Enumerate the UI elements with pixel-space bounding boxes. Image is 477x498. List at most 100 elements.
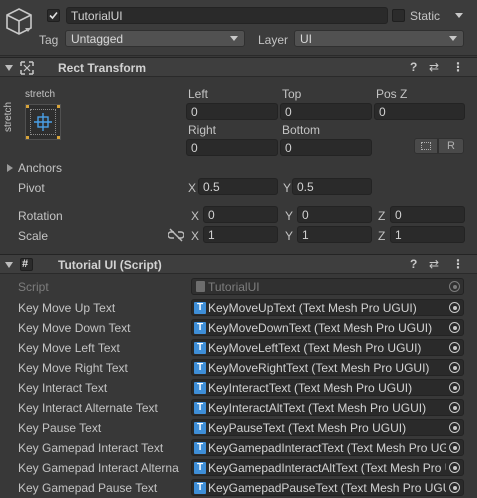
target-icon[interactable] xyxy=(446,420,463,435)
field-label: Key Interact Text xyxy=(18,381,108,395)
help-icon[interactable]: ? xyxy=(410,258,417,270)
posz-input[interactable]: 0 xyxy=(374,103,465,120)
rotation-label: Rotation xyxy=(18,209,63,223)
scale-x-label: X xyxy=(191,229,200,243)
icon-dropdown-arrow[interactable] xyxy=(25,28,31,32)
rect-transform-title: Rect Transform xyxy=(58,61,147,75)
stretch-side-label: stretch xyxy=(3,101,14,132)
field-label: Key Move Left Text xyxy=(18,341,120,355)
blueprint-icon xyxy=(421,142,431,150)
scale-z-input[interactable]: 1 xyxy=(390,226,465,243)
stretch-arrows-icon xyxy=(34,113,52,131)
constrain-proportions-icon[interactable] xyxy=(168,228,184,242)
target-icon[interactable] xyxy=(446,460,463,475)
left-input[interactable]: 0 xyxy=(186,103,278,120)
text-component-icon: T xyxy=(194,462,206,474)
target-icon[interactable] xyxy=(446,480,463,495)
pivot-y-label: Y xyxy=(283,181,292,195)
script-value: TutorialUI xyxy=(208,280,260,294)
text-component-icon: T xyxy=(194,382,206,394)
fold-arrow-icon[interactable] xyxy=(5,262,13,268)
tag-dropdown[interactable]: Untagged xyxy=(65,30,245,47)
target-icon[interactable] xyxy=(446,340,463,355)
pivot-y-input[interactable]: 0.5 xyxy=(292,178,372,195)
scale-y-label: Y xyxy=(285,229,294,243)
target-icon xyxy=(446,279,463,294)
reference-value: KeyPauseText (Text Mesh Pro UGUI) xyxy=(208,421,407,435)
field-label: Key Move Up Text xyxy=(18,301,116,315)
object-name-field[interactable]: TutorialUI xyxy=(66,7,388,24)
script-file-icon xyxy=(196,281,205,292)
layer-dropdown[interactable]: UI xyxy=(294,30,464,47)
rot-x-input[interactable]: 0 xyxy=(203,206,278,223)
anchors-fold-icon[interactable] xyxy=(7,164,13,172)
target-icon[interactable] xyxy=(446,440,463,455)
reference-field[interactable]: T KeyInteractText (Text Mesh Pro UGUI) xyxy=(191,379,464,396)
reference-value: KeyMoveUpText (Text Mesh Pro UGUI) xyxy=(208,301,417,315)
posz-label: Pos Z xyxy=(376,87,408,101)
fold-arrow-icon[interactable] xyxy=(5,65,13,71)
layer-value: UI xyxy=(300,32,312,46)
preset-icon[interactable]: ⇄ xyxy=(429,258,439,270)
raw-edit-button[interactable]: R xyxy=(438,138,464,154)
rot-x-label: X xyxy=(191,209,200,223)
target-icon[interactable] xyxy=(446,320,463,335)
preset-icon[interactable]: ⇄ xyxy=(429,61,439,73)
rot-z-label: Z xyxy=(378,209,386,223)
reference-value: KeyMoveDownText (Text Mesh Pro UGUI) xyxy=(208,321,433,335)
checkmark-icon xyxy=(49,11,58,20)
pivot-x-input[interactable]: 0.5 xyxy=(198,178,278,195)
reference-field[interactable]: T KeyGamepadInteractAltText (Text Mesh P… xyxy=(191,459,464,476)
text-component-icon: T xyxy=(194,302,206,314)
reference-field[interactable]: T KeyGamepadInteractText (Text Mesh Pro … xyxy=(191,439,464,456)
right-input[interactable]: 0 xyxy=(186,139,278,156)
scale-x-input[interactable]: 1 xyxy=(203,226,278,243)
anchor-preset-button[interactable] xyxy=(25,104,61,140)
reference-field[interactable]: T KeyMoveDownText (Text Mesh Pro UGUI) xyxy=(191,319,464,336)
target-icon[interactable] xyxy=(446,360,463,375)
scale-z-label: Z xyxy=(378,229,386,243)
rect-transform-header[interactable]: Rect Transform ? ⇄ ⋮ xyxy=(0,57,477,77)
text-component-icon: T xyxy=(194,482,206,494)
reference-field[interactable]: T KeyMoveUpText (Text Mesh Pro UGUI) xyxy=(191,299,464,316)
static-dropdown-arrow[interactable] xyxy=(455,13,463,18)
active-checkbox[interactable] xyxy=(47,9,60,22)
text-component-icon: T xyxy=(194,362,206,374)
top-input[interactable]: 0 xyxy=(280,103,372,120)
bottom-input[interactable]: 0 xyxy=(280,139,372,156)
reference-field[interactable]: T KeyMoveRightText (Text Mesh Pro UGUI) xyxy=(191,359,464,376)
target-icon[interactable] xyxy=(446,380,463,395)
scale-label: Scale xyxy=(18,229,49,243)
rot-y-label: Y xyxy=(285,209,294,223)
script-component-header[interactable]: # Tutorial UI (Script) ? ⇄ ⋮ xyxy=(0,254,477,274)
target-icon[interactable] xyxy=(446,400,463,415)
left-label: Left xyxy=(188,87,209,101)
field-label: Key Pause Text xyxy=(18,421,102,435)
reference-field[interactable]: T KeyPauseText (Text Mesh Pro UGUI) xyxy=(191,419,464,436)
text-component-icon: T xyxy=(194,322,206,334)
help-icon[interactable]: ? xyxy=(410,61,417,73)
text-component-icon: T xyxy=(194,402,206,414)
menu-icon[interactable]: ⋮ xyxy=(452,258,464,270)
rect-transform-icon xyxy=(20,61,34,75)
checkbox[interactable]: # xyxy=(20,258,33,271)
reference-field[interactable]: T KeyInteractAltText (Text Mesh Pro UGUI… xyxy=(191,399,464,416)
rot-y-input[interactable]: 0 xyxy=(297,206,372,223)
rot-z-input[interactable]: 0 xyxy=(390,206,465,223)
blueprint-mode-button[interactable] xyxy=(414,138,438,154)
anchors-label[interactable]: Anchors xyxy=(18,161,62,175)
tag-value: Untagged xyxy=(71,32,124,46)
scale-y-input[interactable]: 1 xyxy=(297,226,372,243)
reference-field[interactable]: T KeyMoveLeftText (Text Mesh Pro UGUI) xyxy=(191,339,464,356)
reference-value: KeyGamepadInteractText (Text Mesh Pro UG… xyxy=(208,441,464,455)
text-component-icon: T xyxy=(194,442,206,454)
menu-icon[interactable]: ⋮ xyxy=(452,61,464,73)
hash-icon: # xyxy=(22,258,29,270)
reference-field[interactable]: T KeyGamepadPauseText (Text Mesh Pro UGU… xyxy=(191,479,464,496)
text-component-icon: T xyxy=(194,422,206,434)
field-label: Key Move Right Text xyxy=(18,361,128,375)
reference-value: KeyGamepadPauseText (Text Mesh Pro UGUI) xyxy=(208,481,459,495)
pivot-x-label: X xyxy=(188,181,197,195)
static-checkbox[interactable] xyxy=(392,9,405,22)
target-icon[interactable] xyxy=(446,300,463,315)
